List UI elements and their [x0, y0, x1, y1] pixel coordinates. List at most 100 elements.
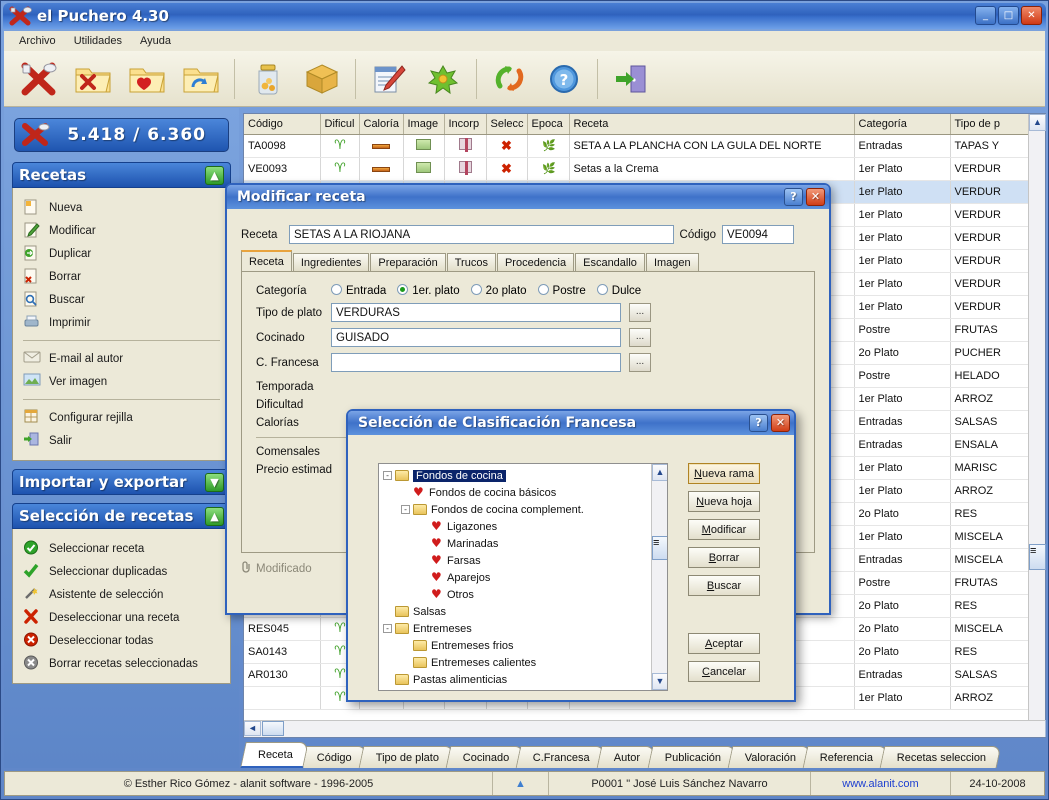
- category-option-2o-plato[interactable]: 2o plato: [470, 284, 527, 297]
- sidebar-item-configurar-rejilla[interactable]: Configurar rejilla: [23, 406, 226, 429]
- col-categoria[interactable]: Categoría: [854, 114, 951, 135]
- table-row[interactable]: VE0093 ♈ ✖ 🌿 Setas a la Crema 1er Plato VERDUR: [244, 157, 1028, 181]
- radio-button[interactable]: [397, 284, 409, 295]
- maximize-button[interactable]: □: [998, 6, 1019, 25]
- sidebar-item-buscar[interactable]: Buscar: [23, 288, 226, 311]
- category-option-dulce[interactable]: Dulce: [596, 284, 641, 297]
- classification-tree[interactable]: - Fondos de cocina ♥ Fondos de cocina básic…: [378, 463, 668, 691]
- category-option-1er-plato[interactable]: 1er. plato: [397, 284, 460, 297]
- button-nueva-hoja[interactable]: Nueva hoja: [688, 491, 760, 512]
- radio-button[interactable]: [537, 284, 549, 295]
- scroll-down-button[interactable]: ▼: [652, 673, 667, 690]
- button-borrar[interactable]: Borrar: [688, 547, 760, 568]
- sidebar-item-asistente-seleccion[interactable]: Asistente de selección: [23, 583, 226, 606]
- sidebar-item-duplicar[interactable]: Duplicar: [23, 242, 226, 265]
- button-buscar[interactable]: Buscar: [688, 575, 760, 596]
- toolbar-jar-icon[interactable]: [241, 54, 295, 104]
- hscroll-thumb[interactable]: [262, 721, 284, 736]
- tree-node[interactable]: ♥ Aparejos: [383, 569, 651, 586]
- bottom-tab-c-digo[interactable]: Código: [299, 746, 368, 768]
- col-epoca[interactable]: Epoca: [527, 114, 570, 135]
- tree-node[interactable]: Salsas: [383, 603, 651, 620]
- bottom-tab-autor[interactable]: Autor: [596, 746, 656, 768]
- expander-icon[interactable]: -: [401, 505, 410, 514]
- grid-horizontal-scrollbar[interactable]: ◄: [244, 720, 1045, 737]
- category-option-entrada[interactable]: Entrada: [331, 284, 386, 297]
- sidebar-group-header-importar-exportar[interactable]: Importar y exportar ▼: [12, 469, 231, 495]
- button-modificar[interactable]: Modificar: [688, 519, 760, 540]
- col-imagen[interactable]: Image: [403, 114, 445, 135]
- browse-button[interactable]: ...: [629, 353, 651, 372]
- browse-button[interactable]: ...: [629, 328, 651, 347]
- dialog-tab-imagen[interactable]: Imagen: [645, 253, 699, 271]
- tree-node[interactable]: ♥ Farsas: [383, 552, 651, 569]
- dialog-tab-receta[interactable]: Receta: [241, 250, 292, 271]
- tree-node[interactable]: Entremeses frios: [383, 637, 651, 654]
- tree-node[interactable]: ♥ Marinadas: [383, 535, 651, 552]
- tree-node[interactable]: Pastas alimenticias: [383, 671, 651, 688]
- sidebar-item-deseleccionar-todas[interactable]: Deseleccionar todas: [23, 629, 226, 652]
- scroll-thumb[interactable]: ≡: [652, 536, 667, 560]
- toolbar-box-icon[interactable]: [295, 54, 349, 104]
- tree-node[interactable]: ♥ Otros: [383, 586, 651, 603]
- sidebar-item-imprimir[interactable]: Imprimir: [23, 311, 226, 334]
- toolbar-edit-note-icon[interactable]: [362, 54, 416, 104]
- scroll-thumb[interactable]: ≡: [1029, 544, 1046, 570]
- bottom-tab-c-francesa[interactable]: C.Francesa: [516, 746, 606, 768]
- sidebar-item-nueva[interactable]: Nueva: [23, 196, 226, 219]
- toolbar-flower-icon[interactable]: [416, 54, 470, 104]
- dialog-tab-ingredientes[interactable]: Ingredientes: [292, 253, 370, 271]
- button-nueva-rama[interactable]: Nueva rama: [688, 463, 760, 484]
- sidebar-item-borrar-recetas-seleccionadas[interactable]: Borrar recetas seleccionadas: [23, 652, 226, 675]
- field-input[interactable]: VERDURAS: [331, 303, 621, 322]
- bottom-tab-tipo-de-plato[interactable]: Tipo de plato: [358, 746, 455, 768]
- bottom-tab-valoraci-n[interactable]: Valoración: [727, 746, 812, 768]
- field-input[interactable]: GUISADO: [331, 328, 621, 347]
- toolbar-folder-favorite-icon[interactable]: [120, 54, 174, 104]
- table-row[interactable]: TA0098 ♈ ✖ 🌿 SETA A LA PLANCHA CON LA GULA D…: [244, 134, 1028, 158]
- tree-node[interactable]: - Fondos de cocina complement.: [383, 501, 651, 518]
- chevron-down-icon[interactable]: ▼: [205, 472, 224, 492]
- sidebar-group-header-recetas[interactable]: Recetas ▲: [12, 162, 231, 188]
- help-button[interactable]: ?: [749, 414, 768, 432]
- status-website-link[interactable]: www.alanit.com: [811, 772, 951, 795]
- radio-button[interactable]: [596, 284, 608, 295]
- scroll-up-button[interactable]: ▲: [652, 464, 667, 481]
- menu-utilidades[interactable]: Utilidades: [65, 33, 131, 49]
- chevron-up-icon[interactable]: ▲: [205, 165, 224, 185]
- sidebar-item-seleccionar-receta[interactable]: Seleccionar receta: [23, 537, 226, 560]
- bottom-tab-publicaci-n[interactable]: Publicación: [647, 746, 737, 768]
- grid-vertical-scrollbar[interactable]: ▲ ≡ ▼: [1028, 114, 1046, 737]
- sidebar-item-seleccionar-duplicadas[interactable]: Seleccionar duplicadas: [23, 560, 226, 583]
- toolbar-folder-sync-icon[interactable]: [174, 54, 228, 104]
- browse-button[interactable]: ...: [629, 303, 651, 322]
- bottom-tab-recetas-seleccion[interactable]: Recetas seleccion: [879, 746, 1002, 768]
- recipe-code-input[interactable]: VE0094: [722, 225, 794, 244]
- col-selecc[interactable]: Selecc: [486, 114, 528, 135]
- sidebar-item-deseleccionar-una[interactable]: Deseleccionar una receta: [23, 606, 226, 629]
- toolbar-refresh-icon[interactable]: [483, 54, 537, 104]
- tree-node[interactable]: Entremeses calientes: [383, 654, 651, 671]
- help-button[interactable]: ?: [784, 188, 803, 206]
- close-button[interactable]: ✕: [806, 188, 825, 206]
- col-codigo[interactable]: Código: [244, 114, 321, 135]
- expander-icon[interactable]: -: [383, 624, 392, 633]
- col-incorp[interactable]: Incorp: [444, 114, 487, 135]
- radio-button[interactable]: [331, 284, 342, 295]
- sidebar-item-email-al-autor[interactable]: E-mail al autor: [23, 347, 226, 370]
- scroll-up-button[interactable]: ▲: [1029, 114, 1046, 131]
- sidebar-group-header-seleccion[interactable]: Selección de recetas ▲: [12, 503, 231, 529]
- sidebar-item-ver-imagen[interactable]: Ver imagen: [23, 370, 226, 393]
- sidebar-item-salir[interactable]: Salir: [23, 429, 226, 452]
- tree-node[interactable]: ♥ Ligazones: [383, 518, 651, 535]
- menu-ayuda[interactable]: Ayuda: [131, 33, 180, 49]
- close-button[interactable]: ✕: [1021, 6, 1042, 25]
- toolbar-folder-new-icon[interactable]: [66, 54, 120, 104]
- category-option-postre[interactable]: Postre: [537, 284, 586, 297]
- col-dificultad[interactable]: Dificul: [320, 114, 360, 135]
- tree-node[interactable]: ♥ Fondos de cocina básicos: [383, 484, 651, 501]
- sidebar-item-modificar[interactable]: Modificar: [23, 219, 226, 242]
- tree-vertical-scrollbar[interactable]: ▲ ≡ ▼: [651, 464, 667, 690]
- expander-icon[interactable]: -: [383, 471, 392, 480]
- bottom-tab-receta[interactable]: Receta: [240, 742, 309, 768]
